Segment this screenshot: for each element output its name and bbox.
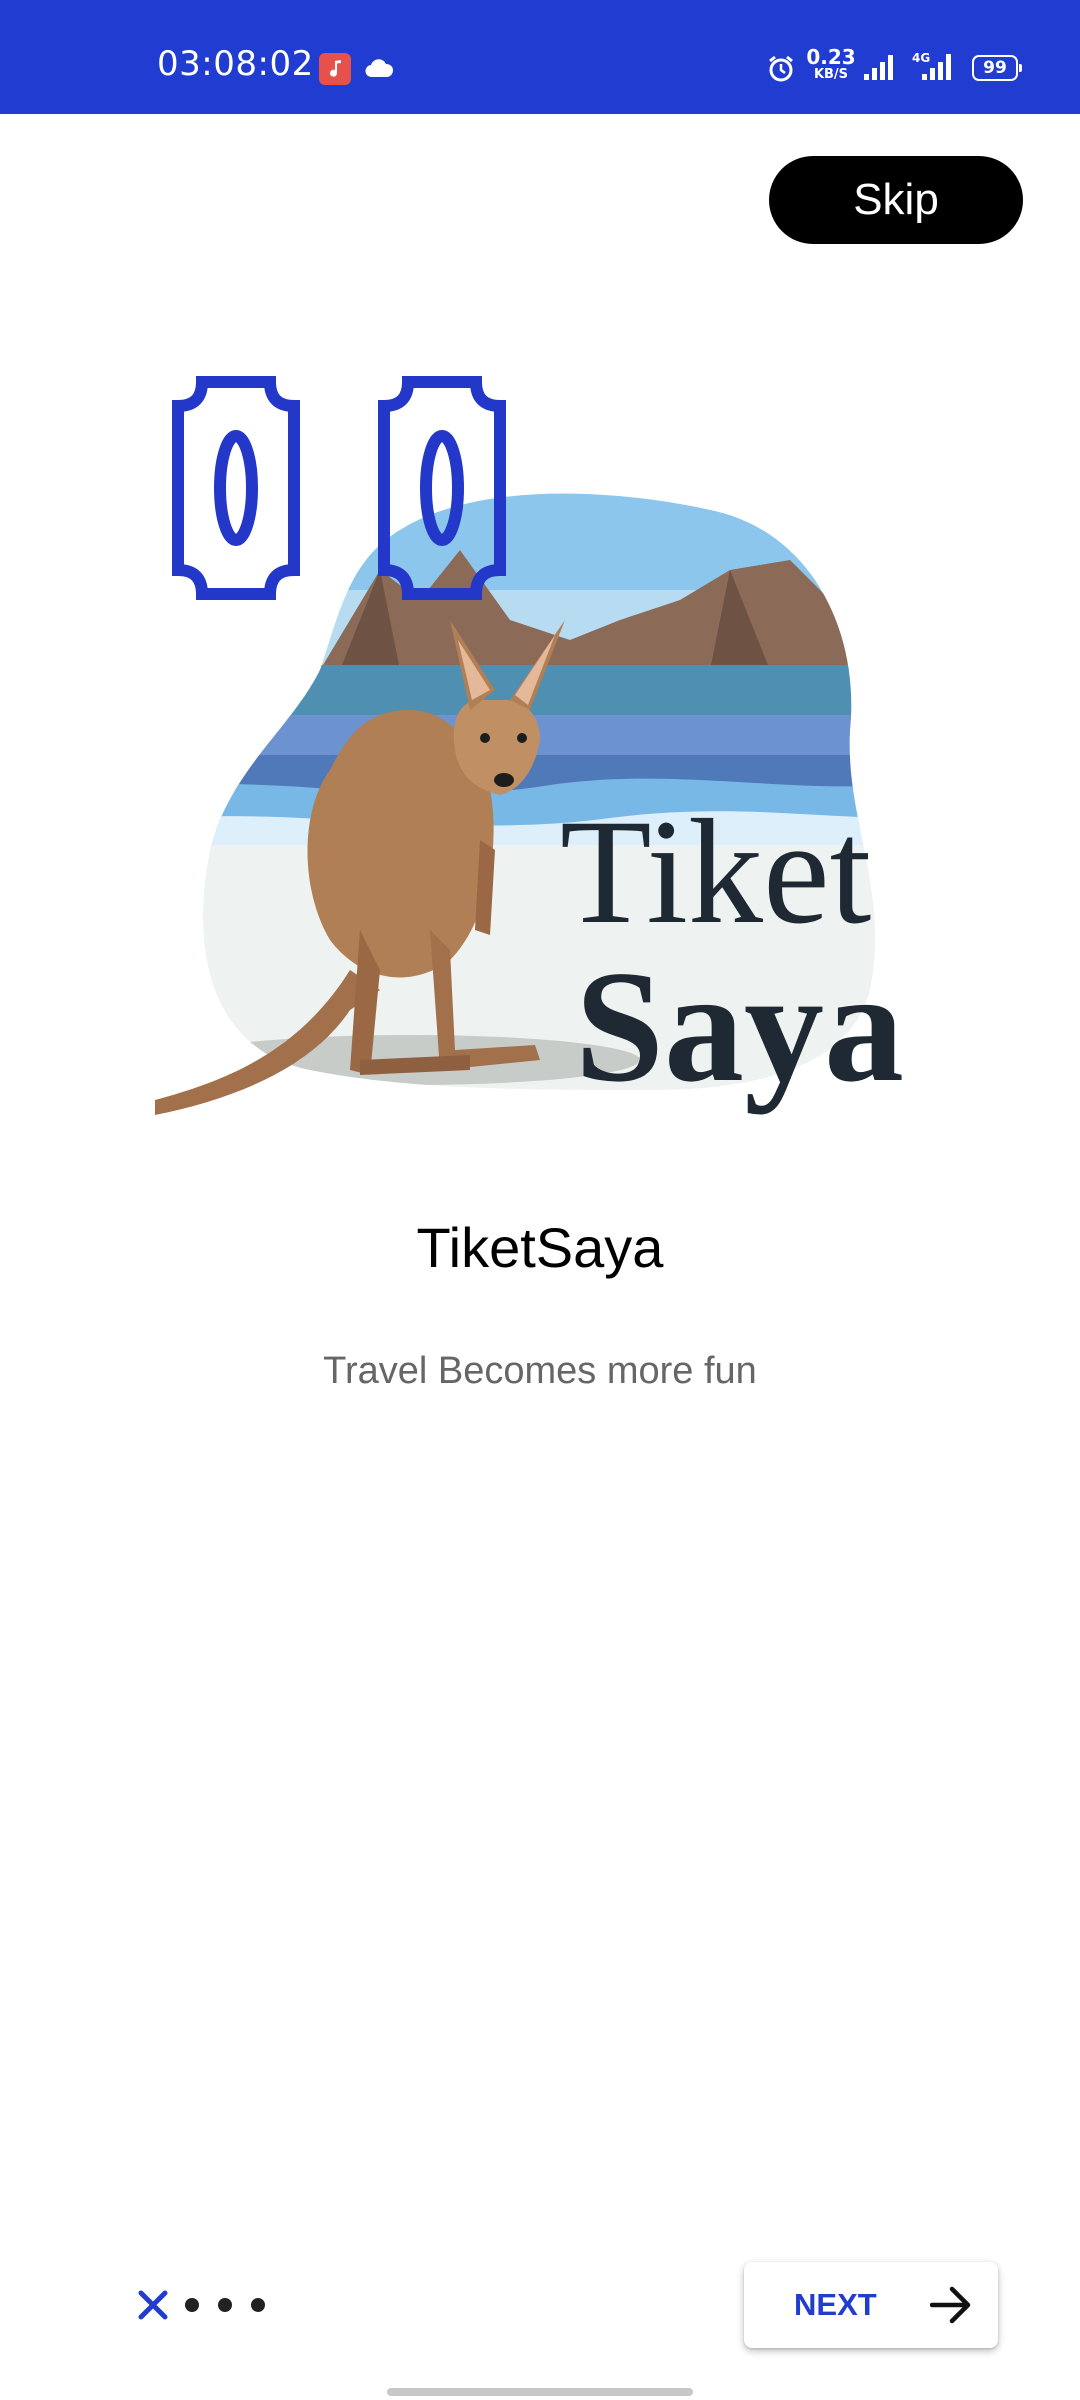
signal-4g-icon: 4G <box>910 50 962 87</box>
page-indicator-dot <box>251 2298 265 2312</box>
network-speed-value: 0.23 <box>806 45 856 69</box>
onboarding-subtitle: Travel Becomes more fun <box>323 1350 757 1392</box>
next-button[interactable]: NEXT <box>744 2262 998 2348</box>
music-app-icon <box>319 53 351 85</box>
close-icon[interactable] <box>138 2290 168 2325</box>
logo-text-line1: Tiket <box>560 789 871 955</box>
logo-text-line2: Saya <box>575 937 904 1115</box>
page-indicator-dot <box>185 2298 199 2312</box>
skip-button[interactable]: Skip <box>769 156 1023 244</box>
network-type-label: 4G <box>912 51 930 65</box>
network-speed: 0.23 KB/S <box>806 47 856 81</box>
cloud-icon <box>364 57 394 84</box>
onboarding-illustration: Tiket Saya <box>150 370 930 1150</box>
arrow-right-icon <box>929 2284 974 2331</box>
page-indicator-dot <box>218 2298 232 2312</box>
status-time: 03:08:02 <box>157 44 314 84</box>
status-bar: 03:08:02 0.23 KB/S 4G 99 <box>0 0 1080 114</box>
home-indicator[interactable] <box>387 2388 693 2396</box>
signal-icon <box>862 52 898 87</box>
onboarding-title: TiketSaya <box>416 1216 664 1279</box>
alarm-icon <box>766 54 796 89</box>
next-button-label: NEXT <box>794 2287 877 2322</box>
battery-indicator: 99 <box>972 55 1022 81</box>
network-speed-unit: KB/S <box>813 67 849 82</box>
